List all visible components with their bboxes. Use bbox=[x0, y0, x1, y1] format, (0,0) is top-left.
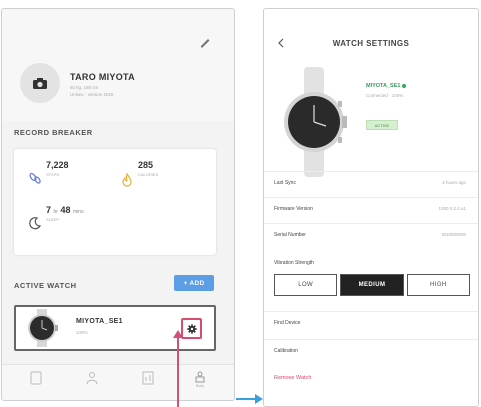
watch-name-text: MIYOTA_SE1 bbox=[366, 83, 401, 89]
moon-icon bbox=[29, 217, 42, 230]
active-watch-card[interactable]: MIYOTA_SE1 100% bbox=[14, 305, 216, 351]
camera-icon bbox=[33, 77, 47, 89]
row-value: 1000 0.2.4.a1 bbox=[438, 206, 466, 211]
sleep-minutes: 48 bbox=[60, 205, 71, 215]
user-detail-line: Unisex · version 2018 bbox=[70, 92, 114, 97]
nav-item-body[interactable]: Body bbox=[188, 371, 212, 395]
watch-image bbox=[284, 67, 347, 177]
row-firmware-version: Firmware Version 1000 0.2.4.a1 bbox=[264, 197, 478, 221]
profile-header: TARO MIYOTA 60 kg, 168 cm Unisex · versi… bbox=[2, 9, 234, 121]
annotation-pointer-line bbox=[177, 333, 179, 407]
nav-item-activity[interactable] bbox=[24, 371, 48, 395]
gear-icon bbox=[186, 323, 197, 334]
sleep-hours-unit: hr bbox=[53, 209, 58, 215]
watch-battery: 100% bbox=[76, 330, 88, 335]
row-value: W10000000 bbox=[441, 232, 466, 237]
remove-watch-link[interactable]: Remove Watch bbox=[274, 375, 311, 381]
row-last-sync: Last Sync 4 hours ago bbox=[264, 171, 478, 195]
connected-dot-icon bbox=[402, 83, 407, 88]
row-label: Last Sync bbox=[274, 180, 296, 186]
activity-icon bbox=[30, 371, 42, 385]
steps-label: STEPS bbox=[46, 172, 60, 177]
record-breaker-title: RECORD BREAKER bbox=[14, 128, 93, 137]
edit-pencil-icon[interactable] bbox=[198, 35, 212, 49]
add-watch-button[interactable]: + ADD bbox=[174, 275, 214, 291]
watch-image bbox=[28, 309, 58, 347]
vibration-strength-selector: LOW MEDIUM HIGH bbox=[274, 274, 470, 296]
row-calibration[interactable]: Calibration bbox=[264, 339, 478, 363]
transition-arrow-line bbox=[236, 398, 256, 400]
page-title: WATCH SETTINGS bbox=[332, 39, 410, 48]
user-details: 60 kg, 168 cm Unisex · version 2018 bbox=[70, 84, 114, 98]
bottom-navigation: Body bbox=[2, 364, 234, 400]
sleep-hours: 7 bbox=[46, 205, 52, 215]
active-watch-title: ACTIVE WATCH bbox=[14, 281, 77, 290]
row-value: 4 hours ago bbox=[442, 180, 466, 185]
watch-name: MIYOTA_SE1 bbox=[366, 83, 407, 89]
annotation-pointer-arrowhead bbox=[173, 330, 183, 338]
row-label: Serial Number bbox=[274, 232, 306, 238]
row-serial-number: Serial Number W10000000 bbox=[264, 223, 478, 247]
sleep-value: 7 hr 48 mins bbox=[46, 205, 84, 215]
person-icon bbox=[86, 372, 98, 385]
watch-settings-screen: WATCH SETTINGS MIYOTA_SE1 Connected · 10… bbox=[263, 8, 479, 407]
row-label: Find Device bbox=[274, 320, 301, 326]
transition-arrow-head bbox=[255, 394, 263, 404]
settings-header: WATCH SETTINGS bbox=[264, 9, 478, 48]
nav-label-body: Body bbox=[196, 384, 204, 388]
profile-screen: TARO MIYOTA 60 kg, 168 cm Unisex · versi… bbox=[1, 8, 235, 401]
watch-name: MIYOTA_SE1 bbox=[76, 318, 123, 325]
chart-icon bbox=[142, 371, 154, 385]
sleep-minutes-unit: mins bbox=[73, 209, 84, 215]
avatar[interactable] bbox=[20, 63, 60, 103]
vibration-low-button[interactable]: LOW bbox=[274, 274, 338, 296]
flame-icon bbox=[122, 173, 132, 187]
nav-item-stats[interactable] bbox=[136, 371, 160, 395]
body-icon bbox=[195, 371, 205, 383]
active-badge: ACTIVE bbox=[366, 120, 398, 130]
row-find-device[interactable]: Find Device bbox=[264, 311, 478, 335]
steps-value: 7,228 bbox=[46, 160, 69, 170]
vibration-medium-button[interactable]: MEDIUM bbox=[340, 274, 404, 296]
vibration-high-button[interactable]: HIGH bbox=[406, 274, 470, 296]
calories-value: 285 bbox=[138, 160, 154, 170]
user-name: TARO MIYOTA bbox=[70, 72, 135, 82]
sleep-label: SLEEP bbox=[46, 217, 59, 222]
nav-item-sleep[interactable] bbox=[80, 371, 104, 395]
watch-settings-button[interactable] bbox=[181, 318, 202, 339]
footprints-icon bbox=[29, 172, 41, 184]
vibration-strength-label: Vibration Strength bbox=[274, 260, 314, 266]
row-label: Firmware Version bbox=[274, 206, 313, 212]
watch-connection-status: Connected · 100% bbox=[366, 93, 404, 98]
calories-label: CALORIES bbox=[138, 172, 159, 177]
user-detail-line: 60 kg, 168 cm bbox=[70, 85, 99, 90]
row-label: Calibration bbox=[274, 348, 298, 354]
record-breaker-card: 7,228 STEPS 285 CALORIES 7 hr 48 mins SL… bbox=[14, 149, 216, 255]
